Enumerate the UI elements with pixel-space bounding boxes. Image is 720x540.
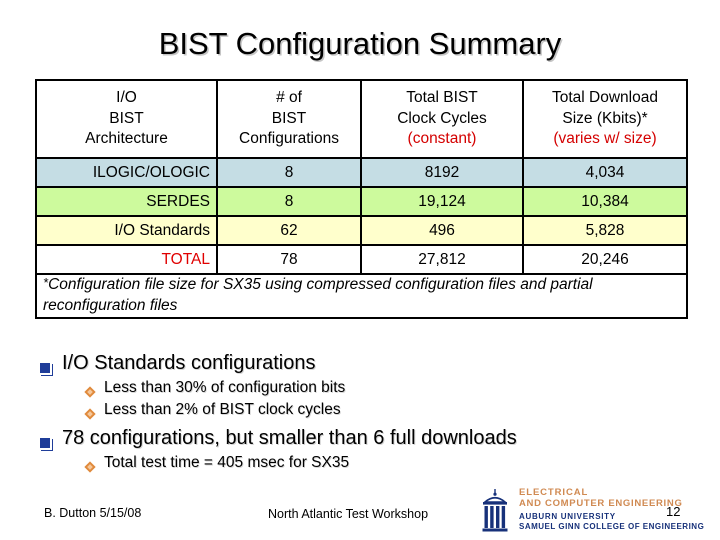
cell-configs: 62 — [216, 215, 362, 246]
logo-line-auburn-university: AUBURN UNIVERSITY — [519, 512, 616, 521]
table-footnote-row: *Configuration file size for SX35 using … — [35, 273, 688, 319]
logo-line-electrical: ELECTRICAL — [519, 487, 589, 498]
cell-configs: 8 — [216, 157, 362, 188]
cell-download-size: 10,384 — [522, 186, 688, 217]
column-header-architecture: I/O BIST Architecture — [35, 79, 218, 159]
bullet-text: Less than 30% of configuration bits — [104, 379, 346, 396]
cell-clock-cycles: 8192 — [360, 157, 524, 188]
table-row: SERDES 8 19,124 10,384 — [35, 186, 688, 217]
column-header-download-size: Total Download Size (Kbits)* (varies w/ … — [522, 79, 688, 159]
header-line-1: # of — [276, 89, 302, 107]
table-row: ILOGIC/OLOGIC 8 8192 4,034 — [35, 157, 688, 188]
page-title: BIST Configuration Summary — [158, 26, 562, 61]
cell-download-size: 20,246 — [522, 244, 688, 275]
auburn-university-logo: ELECTRICAL AND COMPUTER ENGINEERING AUBU… — [477, 487, 707, 537]
header-line-1: Total Download — [552, 89, 658, 107]
logo-text-block: ELECTRICAL AND COMPUTER ENGINEERING AUBU… — [519, 487, 707, 532]
cell-clock-cycles: 19,124 — [360, 186, 524, 217]
cell-clock-cycles: 27,812 — [360, 244, 524, 275]
table-row: I/O Standards 62 496 5,828 — [35, 215, 688, 246]
header-line-1: I/O — [116, 89, 137, 107]
bullet-list: I/O Standards configurations Less than 3… — [40, 352, 690, 480]
bullet-item-level1: 78 configurations, but smaller than 6 fu… — [40, 427, 690, 450]
bullet-item-level2: Less than 2% of BIST clock cycles — [84, 401, 690, 420]
header-line-3: Architecture — [85, 130, 168, 148]
header-line-2: Size (Kbits)* — [562, 109, 648, 127]
bullet-item-level2: Less than 30% of configuration bits — [84, 379, 690, 398]
cell-clock-cycles: 496 — [360, 215, 524, 246]
row-label-total: TOTAL — [35, 244, 218, 275]
row-label-serdes: SERDES — [35, 186, 218, 217]
header-line-2: BIST — [271, 109, 307, 127]
table-header-row: I/O BIST Architecture # of BIST Configur… — [35, 79, 688, 159]
footnote-marker: * — [43, 275, 49, 291]
bullet-item-level1: I/O Standards configurations — [40, 352, 690, 375]
header-note-varies: (varies w/ size) — [553, 130, 657, 148]
logo-line-and-computer-engineering: AND COMPUTER ENGINEERING — [519, 498, 683, 509]
bullet-text: Less than 2% of BIST clock cycles — [104, 401, 341, 418]
bist-configuration-table: I/O BIST Architecture # of BIST Configur… — [35, 79, 688, 319]
diamond-bullet-icon — [84, 405, 104, 423]
footnote-text: Configuration file size for SX35 using c… — [43, 276, 593, 314]
bullet-text: 78 configurations, but smaller than 6 fu… — [62, 427, 517, 449]
table-row-total: TOTAL 78 27,812 20,246 — [35, 244, 688, 275]
square-bullet-icon — [40, 433, 62, 456]
square-bullet-icon — [40, 358, 62, 381]
diamond-bullet-icon — [84, 383, 104, 401]
footer-author: B. Dutton 5/15/08 — [44, 506, 142, 520]
bullet-text: Total test time = 405 msec for SX35 — [104, 454, 350, 471]
diamond-bullet-icon — [84, 458, 104, 476]
header-note-constant: (constant) — [407, 130, 477, 148]
footer-venue: North Atlantic Test Workshop — [268, 507, 429, 521]
cell-download-size: 5,828 — [522, 215, 688, 246]
header-line-3: Configurations — [239, 130, 339, 148]
bullet-item-level2: Total test time = 405 msec for SX35 — [84, 454, 690, 473]
column-header-clock-cycles: Total BIST Clock Cycles (constant) — [360, 79, 524, 159]
logo-line-samuel-ginn: SAMUEL GINN COLLEGE OF ENGINEERING — [519, 522, 705, 531]
bullet-text: I/O Standards configurations — [62, 352, 316, 374]
table-footnote: *Configuration file size for SX35 using … — [35, 273, 688, 319]
row-label-ilogic: ILOGIC/OLOGIC — [35, 157, 218, 188]
header-line-2: BIST — [109, 109, 144, 127]
header-line-2: Clock Cycles — [397, 109, 487, 127]
cell-configs: 78 — [216, 244, 362, 275]
bullet-sublist: Less than 30% of configuration bits Less… — [40, 379, 690, 420]
column-header-configurations: # of BIST Configurations — [216, 79, 362, 159]
header-line-1: Total BIST — [406, 89, 478, 107]
bullet-sublist: Total test time = 405 msec for SX35 — [40, 454, 690, 473]
cell-configs: 8 — [216, 186, 362, 217]
cell-download-size: 4,034 — [522, 157, 688, 188]
row-label-io-standards: I/O Standards — [35, 215, 218, 246]
cupola-icon — [477, 488, 513, 534]
